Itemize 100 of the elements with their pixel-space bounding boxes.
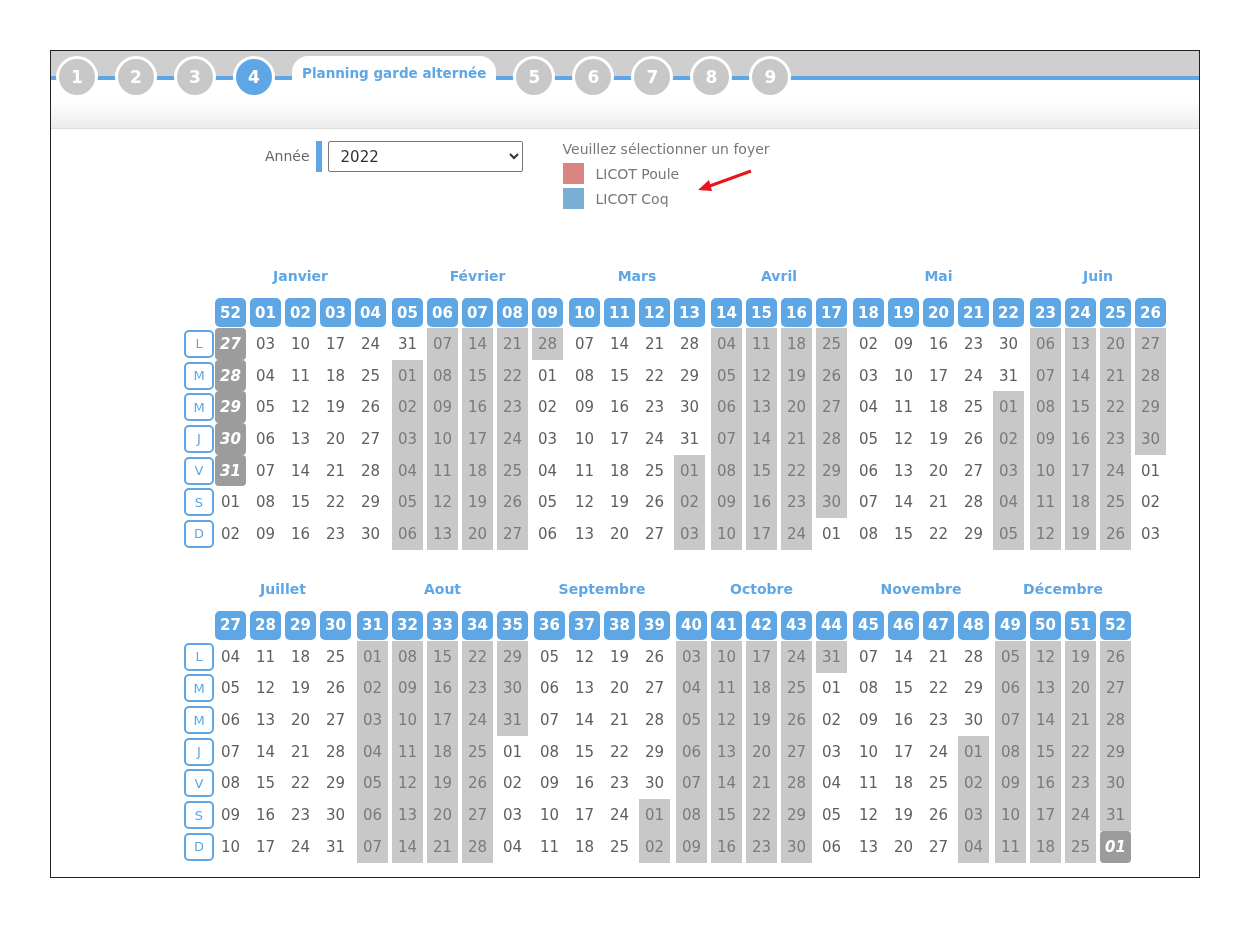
week-number[interactable]: 39 (639, 610, 670, 640)
day-cell[interactable]: 28 (674, 328, 705, 360)
day-cell[interactable]: 17 (746, 518, 777, 550)
day-cell[interactable]: 29 (674, 359, 705, 392)
day-cell[interactable]: 19 (781, 359, 812, 392)
day-cell[interactable]: 30 (497, 672, 528, 705)
day-cell[interactable]: 06 (853, 454, 884, 487)
day-cell[interactable]: 04 (250, 359, 281, 392)
day-cell[interactable]: 07 (853, 640, 884, 673)
day-cell[interactable]: 12 (746, 359, 777, 392)
week-number[interactable]: 17 (816, 298, 847, 327)
day-cell[interactable]: 26 (923, 799, 954, 831)
day-cell[interactable]: 13 (1030, 672, 1061, 705)
day-cell[interactable]: 12 (888, 423, 919, 455)
day-cell[interactable]: 02 (674, 486, 705, 519)
day-cell[interactable]: 22 (604, 735, 635, 768)
day-cell[interactable]: 30 (1135, 423, 1166, 455)
household-swatch[interactable] (562, 188, 584, 209)
day-cell[interactable]: 13 (888, 454, 919, 487)
day-cell[interactable]: 25 (320, 640, 351, 673)
day-cell[interactable]: 21 (639, 328, 670, 360)
day-cell[interactable]: 31 (1100, 799, 1131, 831)
day-cell[interactable]: 02 (816, 704, 847, 736)
day-cell[interactable]: 01 (392, 359, 423, 392)
week-number[interactable]: 36 (534, 610, 565, 640)
day-cell[interactable]: 10 (853, 735, 884, 768)
day-cell[interactable]: 06 (392, 518, 423, 550)
day-cell[interactable]: 20 (923, 454, 954, 487)
day-cell[interactable]: 21 (746, 767, 777, 800)
day-cell[interactable]: 10 (534, 799, 565, 831)
day-cell[interactable]: 22 (1100, 391, 1131, 424)
day-cell[interactable]: 09 (676, 830, 707, 863)
day-cell[interactable]: 29 (781, 799, 812, 831)
day-cell[interactable]: 25 (781, 672, 812, 705)
day-cell[interactable]: 15 (569, 735, 600, 768)
day-cell[interactable]: 24 (781, 518, 812, 550)
week-number[interactable]: 32 (392, 610, 423, 640)
day-cell[interactable]: 13 (569, 518, 600, 550)
day-cell[interactable]: 20 (604, 518, 635, 550)
day-cell[interactable]: 03 (250, 328, 281, 360)
day-cell[interactable]: 07 (427, 328, 458, 360)
day-cell[interactable]: 09 (853, 704, 884, 736)
week-number[interactable]: 03 (320, 298, 351, 327)
day-cell[interactable]: 27 (923, 830, 954, 863)
day-cell[interactable]: 01 (1100, 830, 1131, 863)
day-cell[interactable]: 17 (1065, 454, 1096, 487)
day-cell[interactable]: 19 (888, 799, 919, 831)
day-cell[interactable]: 14 (746, 423, 777, 455)
day-cell[interactable]: 04 (993, 486, 1024, 519)
day-cell[interactable]: 16 (746, 486, 777, 519)
day-cell[interactable]: 04 (497, 830, 528, 863)
day-cell[interactable]: 04 (215, 640, 246, 673)
day-cell[interactable]: 30 (355, 518, 386, 550)
day-cell[interactable]: 04 (958, 830, 989, 863)
day-cell[interactable]: 27 (816, 391, 847, 424)
day-cell[interactable]: 22 (746, 799, 777, 831)
day-cell[interactable]: 23 (320, 518, 351, 550)
day-cell[interactable]: 15 (746, 454, 777, 487)
day-cell[interactable]: 19 (923, 423, 954, 455)
day-cell[interactable]: 02 (532, 391, 563, 424)
day-cell[interactable]: 20 (1100, 328, 1131, 360)
day-cell[interactable]: 16 (923, 328, 954, 360)
day-cell[interactable]: 20 (604, 672, 635, 705)
weekday-button[interactable]: S (184, 488, 214, 517)
day-cell[interactable]: 22 (781, 454, 812, 487)
week-number[interactable]: 20 (923, 298, 954, 327)
week-number[interactable]: 28 (250, 610, 281, 640)
day-cell[interactable]: 28 (1135, 359, 1166, 392)
day-cell[interactable]: 01 (1135, 454, 1166, 487)
day-cell[interactable]: 09 (392, 672, 423, 705)
day-cell[interactable]: 16 (462, 391, 493, 424)
day-cell[interactable]: 05 (534, 640, 565, 673)
day-cell[interactable]: 06 (215, 704, 246, 736)
day-cell[interactable]: 23 (1065, 767, 1096, 800)
day-cell[interactable]: 03 (357, 704, 388, 736)
day-cell[interactable]: 27 (639, 672, 670, 705)
week-number[interactable]: 07 (462, 298, 493, 327)
week-number[interactable]: 30 (320, 610, 351, 640)
day-cell[interactable]: 30 (639, 767, 670, 800)
day-cell[interactable]: 08 (534, 735, 565, 768)
day-cell[interactable]: 02 (392, 391, 423, 424)
day-cell[interactable]: 18 (462, 454, 493, 487)
day-cell[interactable]: 11 (1030, 486, 1061, 519)
weekday-button[interactable]: M (184, 674, 214, 703)
day-cell[interactable]: 28 (532, 328, 563, 360)
day-cell[interactable]: 18 (320, 359, 351, 392)
day-cell[interactable]: 12 (569, 486, 600, 519)
day-cell[interactable]: 12 (1030, 518, 1061, 550)
day-cell[interactable]: 08 (569, 359, 600, 392)
day-cell[interactable]: 09 (427, 391, 458, 424)
day-cell[interactable]: 24 (462, 704, 493, 736)
day-cell[interactable]: 24 (639, 423, 670, 455)
day-cell[interactable]: 19 (604, 640, 635, 673)
day-cell[interactable]: 18 (604, 454, 635, 487)
day-cell[interactable]: 22 (1065, 735, 1096, 768)
week-number[interactable]: 35 (497, 610, 528, 640)
day-cell[interactable]: 24 (355, 328, 386, 360)
week-number[interactable]: 04 (355, 298, 386, 327)
day-cell[interactable]: 04 (711, 328, 742, 360)
day-cell[interactable]: 24 (604, 799, 635, 831)
